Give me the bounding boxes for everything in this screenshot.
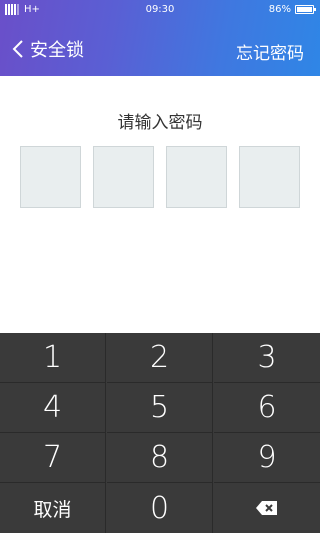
status-bar: H+ 09:30 86% [0,0,320,22]
key-0[interactable]: 0 [107,483,213,533]
passcode-box [239,146,300,208]
key-6[interactable]: 6 [214,383,320,433]
key-9[interactable]: 9 [214,433,320,483]
passcode-box [93,146,154,208]
passcode-box [166,146,227,208]
passcode-boxes [20,146,301,208]
app-header: H+ 09:30 86% 安全锁 忘记密码 [0,0,320,76]
back-label: 安全锁 [30,40,84,61]
battery-icon [295,5,316,14]
delete-button[interactable] [214,483,320,533]
numeric-keypad: 1 2 3 4 5 6 7 8 9 取消 0 [0,333,320,533]
status-right: 86% [268,4,316,15]
key-5[interactable]: 5 [107,383,213,433]
battery-percent: 86% [268,4,291,15]
key-7[interactable]: 7 [0,433,106,483]
passcode-box [20,146,81,208]
nav-bar: 安全锁 忘记密码 [0,30,320,70]
cancel-button[interactable]: 取消 [0,483,106,533]
backspace-icon [256,501,277,515]
key-3[interactable]: 3 [214,333,320,383]
password-prompt: 请输入密码 [117,113,203,133]
key-1[interactable]: 1 [0,333,106,383]
key-8[interactable]: 8 [107,433,213,483]
key-4[interactable]: 4 [0,383,106,433]
chevron-left-icon [12,40,23,58]
back-button[interactable]: 安全锁 [12,36,84,62]
forgot-password-button[interactable]: 忘记密码 [236,39,304,64]
key-2[interactable]: 2 [107,333,213,383]
